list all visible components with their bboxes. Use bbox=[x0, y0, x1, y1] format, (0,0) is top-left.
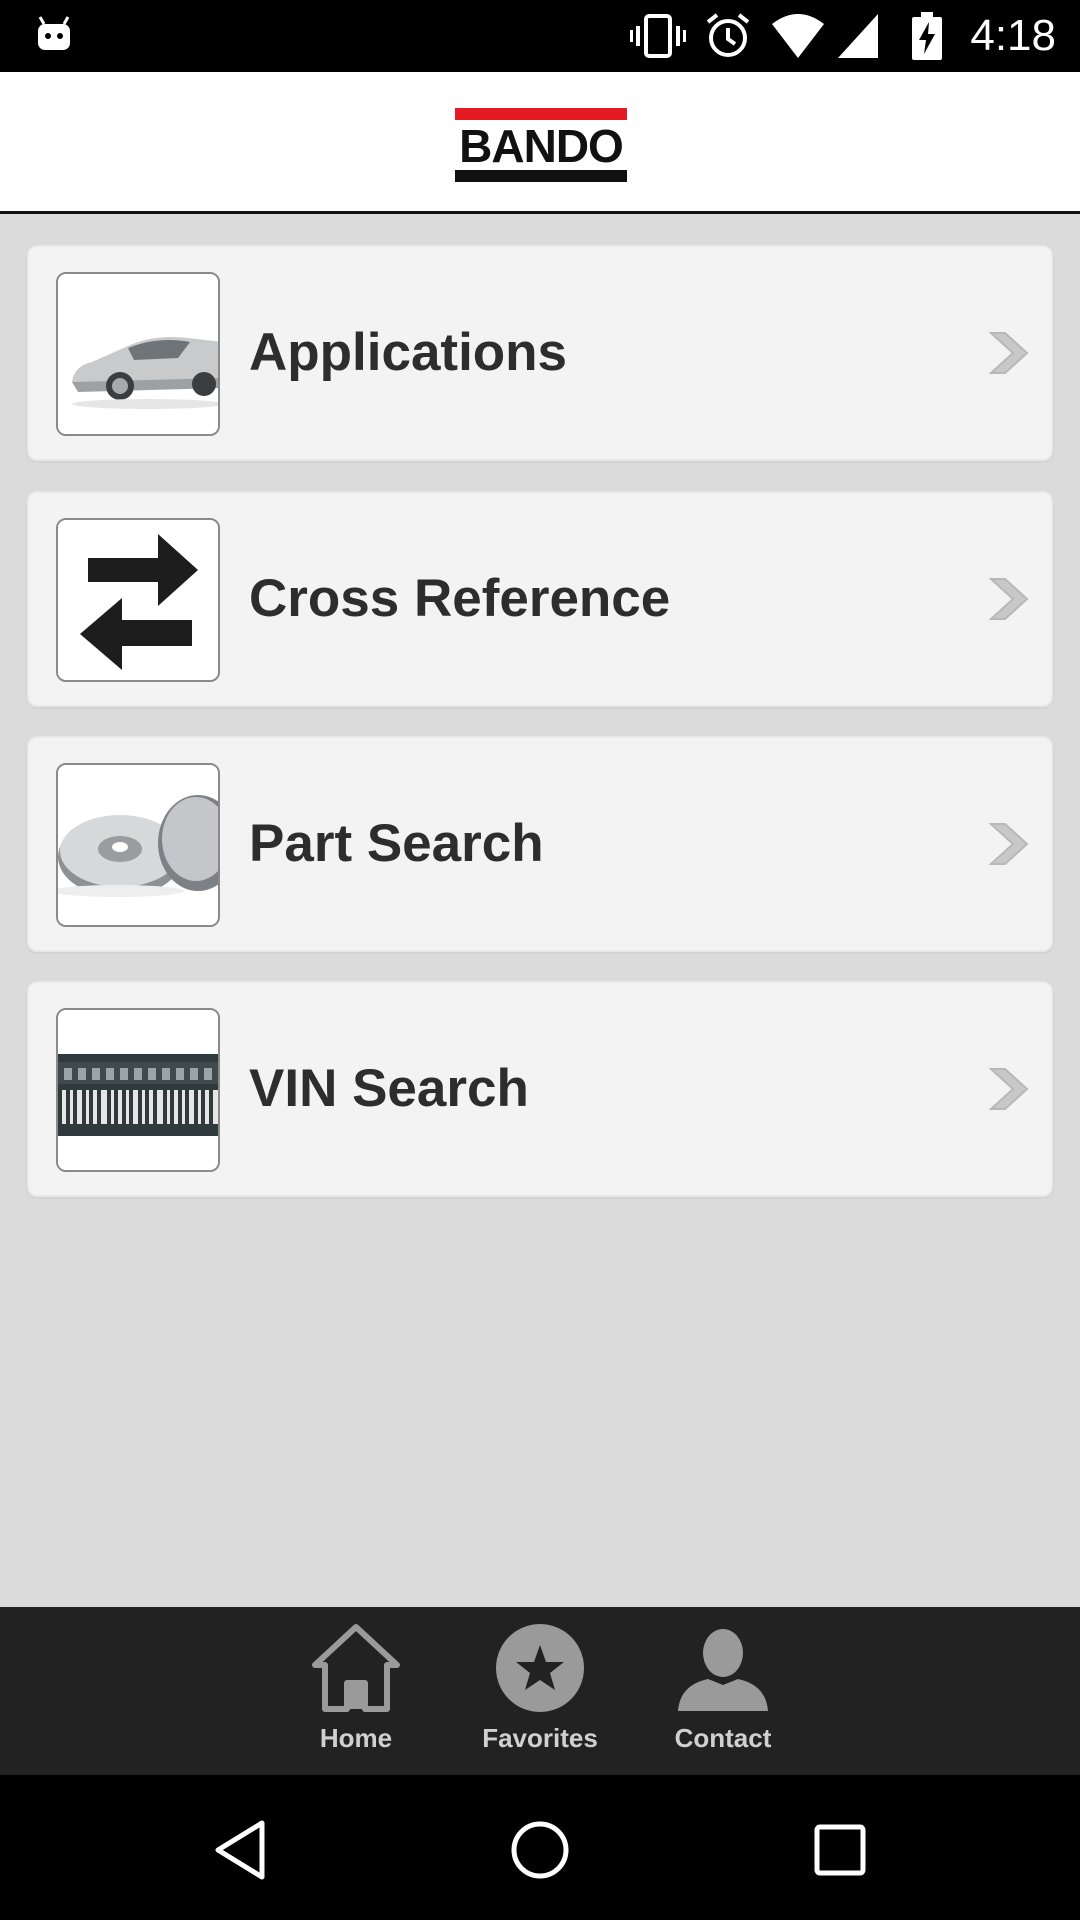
menu-item-label: Cross Reference bbox=[249, 569, 671, 628]
tab-home[interactable]: Home bbox=[276, 1623, 436, 1773]
system-nav-bar bbox=[0, 1775, 1080, 1920]
brake-disc-image-icon bbox=[56, 763, 220, 927]
wifi-icon bbox=[772, 14, 824, 58]
status-clock: 4:18 bbox=[970, 11, 1056, 60]
menu-item-vin-search[interactable]: VIN Search bbox=[27, 981, 1053, 1197]
chevron-right-icon bbox=[988, 823, 1029, 865]
tab-contact[interactable]: Contact bbox=[643, 1623, 803, 1773]
bottom-tab-bar: Home Favorites Contact bbox=[0, 1607, 1080, 1775]
menu-item-applications[interactable]: Applications bbox=[27, 245, 1053, 461]
chevron-right-icon bbox=[988, 1068, 1029, 1110]
status-bar: 4:18 bbox=[0, 0, 1080, 72]
car-image-icon bbox=[56, 272, 220, 436]
app-header: BANDO bbox=[0, 72, 1080, 214]
star-icon bbox=[496, 1624, 584, 1712]
menu-item-label: Part Search bbox=[249, 814, 544, 873]
chevron-right-icon bbox=[988, 332, 1029, 374]
signal-icon bbox=[838, 14, 878, 58]
recents-icon[interactable] bbox=[805, 1815, 875, 1885]
home-circle-icon[interactable] bbox=[505, 1815, 575, 1885]
person-icon bbox=[678, 1629, 768, 1711]
bando-logo: BANDO bbox=[455, 108, 627, 182]
menu-item-cross-reference[interactable]: Cross Reference bbox=[27, 491, 1053, 707]
battery-charging-icon bbox=[912, 12, 942, 60]
vin-barcode-image-icon bbox=[56, 1008, 220, 1172]
chevron-right-icon bbox=[988, 578, 1029, 620]
android-debug-icon bbox=[38, 16, 70, 50]
menu-item-label: VIN Search bbox=[249, 1059, 529, 1118]
menu-item-label: Applications bbox=[249, 323, 568, 382]
tab-label: Contact bbox=[674, 1723, 772, 1753]
tab-favorites[interactable]: Favorites bbox=[460, 1623, 620, 1773]
swap-arrows-icon bbox=[56, 518, 220, 682]
alarm-icon bbox=[706, 13, 750, 57]
logo-text: BANDO bbox=[459, 120, 624, 172]
menu-item-part-search[interactable]: Part Search bbox=[27, 736, 1053, 952]
tab-label: Home bbox=[319, 1723, 393, 1753]
tab-label: Favorites bbox=[482, 1723, 598, 1753]
vibrate-icon bbox=[630, 14, 686, 58]
back-icon[interactable] bbox=[206, 1815, 276, 1885]
home-icon bbox=[312, 1624, 400, 1712]
